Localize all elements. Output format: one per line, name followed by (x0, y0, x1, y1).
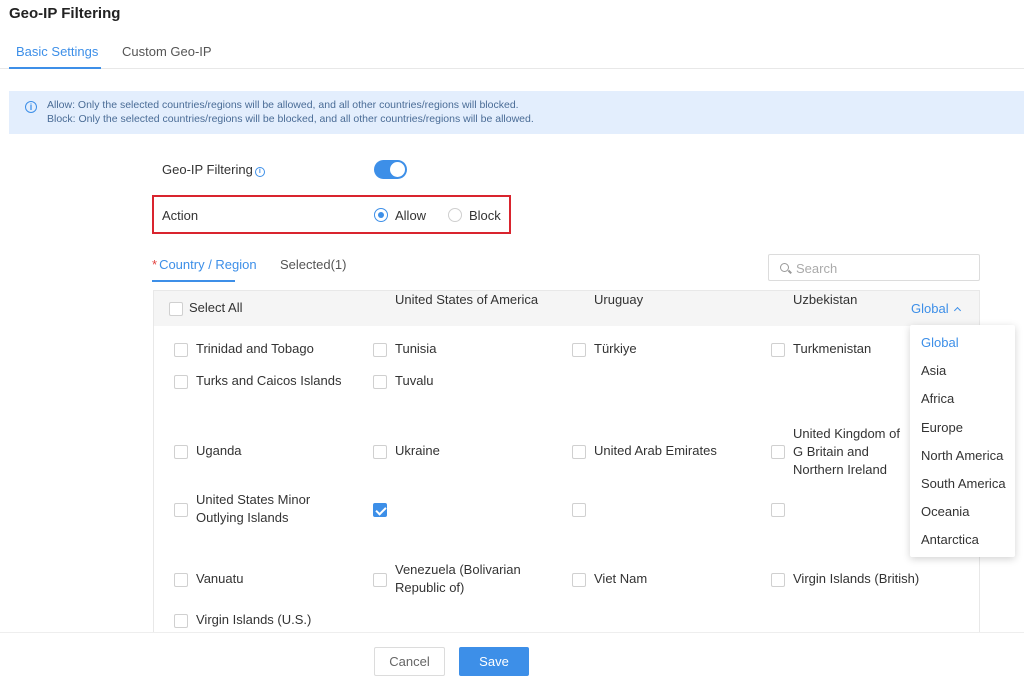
country-checkbox[interactable] (373, 375, 387, 389)
block-radio[interactable] (448, 208, 462, 222)
country-label[interactable]: Turks and Caicos Islands (196, 372, 341, 390)
country-checkbox[interactable] (771, 573, 785, 587)
country-checkbox[interactable] (373, 445, 387, 459)
country-label[interactable]: United Arab Emirates (594, 442, 717, 460)
dropdown-option[interactable]: Antarctica (921, 532, 979, 547)
region-dropdown: Global Asia Africa Europe North America South… (910, 325, 1015, 557)
country-label[interactable]: Virgin Islands (British) (793, 570, 919, 588)
country-label[interactable]: United Kingdom of G Britain and Northern… (793, 425, 911, 479)
country-label[interactable]: Vanuatu (196, 570, 243, 588)
dropdown-option[interactable]: Europe (921, 420, 963, 435)
dropdown-option[interactable]: Africa (921, 391, 954, 406)
country-checkbox[interactable] (174, 375, 188, 389)
tab-selected[interactable]: Selected(1) (280, 257, 346, 272)
toggle-knob (390, 162, 405, 177)
select-all-checkbox[interactable] (169, 302, 183, 316)
country-checkbox[interactable] (771, 343, 785, 357)
country-checkbox[interactable] (174, 343, 188, 357)
dropdown-option[interactable]: South America (921, 476, 1006, 491)
country-label[interactable]: Tuvalu (395, 372, 434, 390)
required-asterisk: * (152, 257, 158, 272)
country-checkbox[interactable] (771, 445, 785, 459)
country-label[interactable]: Uganda (196, 442, 242, 460)
block-radio-label[interactable]: Block (469, 208, 501, 223)
country-checkbox[interactable] (771, 503, 785, 517)
save-button[interactable]: Save (459, 647, 529, 676)
country-checkbox[interactable] (174, 614, 188, 628)
country-checkbox[interactable] (572, 503, 586, 517)
country-checkbox[interactable] (572, 573, 586, 587)
select-all-label[interactable]: Select All (189, 299, 242, 317)
allow-radio[interactable] (374, 208, 388, 222)
country-label[interactable]: Uzbekistan (793, 291, 857, 309)
country-label[interactable]: Venezuela (Bolivarian Republic of) (395, 561, 545, 597)
search-placeholder: Search (796, 261, 838, 276)
country-label[interactable]: Uruguay (594, 291, 643, 309)
country-checkbox[interactable] (373, 573, 387, 587)
dropdown-option[interactable]: North America (921, 448, 1003, 463)
region-filter-select[interactable]: Global (911, 301, 961, 316)
dropdown-option[interactable]: Oceania (921, 504, 969, 519)
subtab-underline (152, 280, 235, 282)
country-label[interactable]: United States of America (395, 291, 538, 309)
search-input[interactable]: Search (768, 254, 980, 281)
active-tab-underline (9, 67, 101, 69)
country-checkbox[interactable] (373, 343, 387, 357)
country-label[interactable]: Tunisia (395, 340, 436, 358)
geo-ip-filtering-label: Geo-IP Filtering i (162, 162, 265, 177)
tab-country-region[interactable]: * Country / Region (152, 257, 257, 272)
country-list-panel: Select All Global Trinidad and Tobago Tun… (153, 290, 980, 635)
allow-radio-label[interactable]: Allow (395, 208, 426, 223)
country-checkbox[interactable] (572, 343, 586, 357)
dropdown-option[interactable]: Global (921, 335, 959, 350)
country-checkbox[interactable] (373, 503, 387, 517)
country-checkbox[interactable] (572, 445, 586, 459)
tab-basic-settings[interactable]: Basic Settings (16, 44, 98, 59)
page-title: Geo-IP Filtering (9, 5, 121, 22)
main-tabs: Basic Settings Custom Geo-IP (0, 40, 1024, 69)
info-block-text: Block: Only the selected countries/regio… (47, 113, 534, 125)
search-icon (780, 263, 789, 272)
geo-ip-filtering-toggle[interactable] (374, 160, 407, 179)
dropdown-option[interactable]: Asia (921, 363, 946, 378)
tab-custom-geo-ip[interactable]: Custom Geo-IP (122, 44, 212, 59)
info-banner: i Allow: Only the selected countries/reg… (9, 91, 1024, 134)
country-label[interactable]: Ukraine (395, 442, 440, 460)
country-label[interactable]: Turkmenistan (793, 340, 871, 358)
chevron-up-icon (953, 306, 961, 315)
info-allow-text: Allow: Only the selected countries/regio… (47, 99, 519, 111)
action-label: Action (162, 208, 199, 223)
country-checkbox[interactable] (174, 503, 188, 517)
country-label[interactable]: Trinidad and Tobago (196, 340, 314, 358)
cancel-button[interactable]: Cancel (374, 647, 445, 676)
country-checkbox[interactable] (174, 573, 188, 587)
country-label[interactable]: Virgin Islands (U.S.) (196, 611, 311, 629)
country-label[interactable]: Viet Nam (594, 570, 647, 588)
country-checkbox[interactable] (174, 445, 188, 459)
country-label[interactable]: Türkiye (594, 340, 637, 358)
help-icon[interactable]: i (254, 167, 265, 177)
country-label[interactable]: United States Minor Outlying Islands (196, 491, 346, 527)
footer-bar: Cancel Save (0, 632, 1024, 681)
info-icon: i (25, 101, 37, 113)
